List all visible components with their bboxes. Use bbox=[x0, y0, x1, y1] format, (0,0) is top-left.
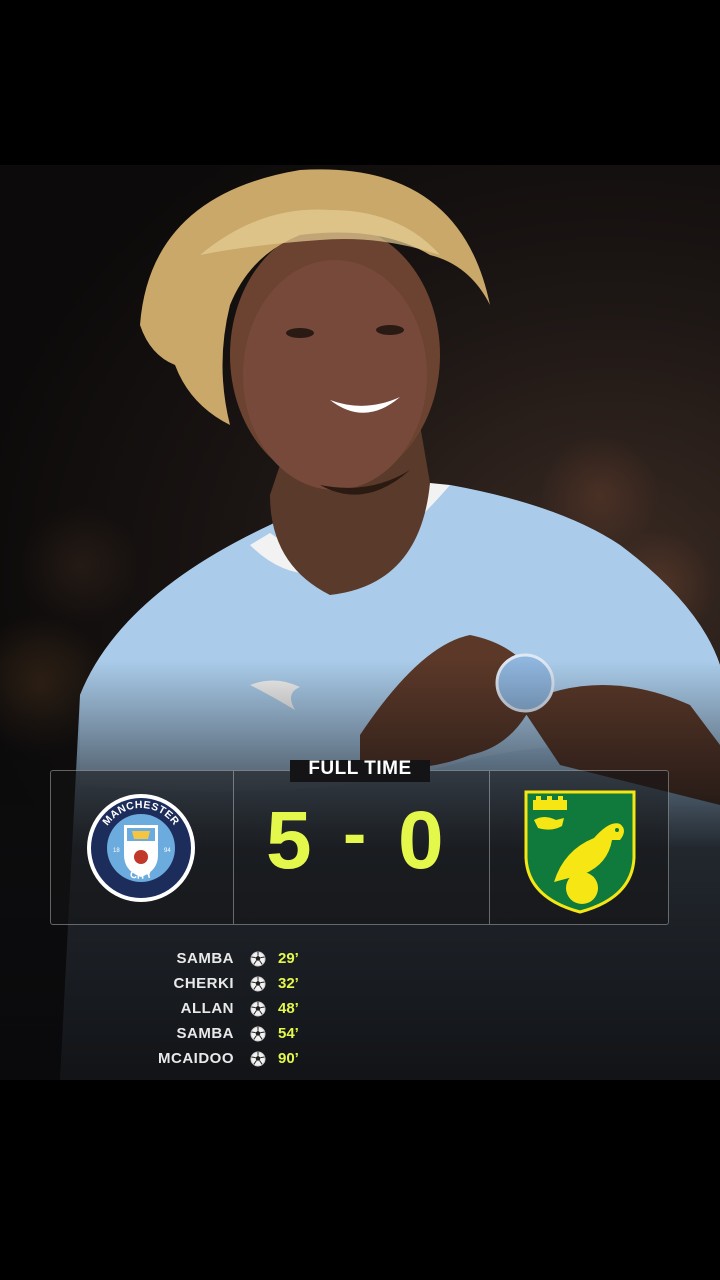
scoreboard-divider bbox=[489, 771, 490, 924]
home-team-crest: MANCHESTER CITY 18 94 bbox=[87, 794, 195, 902]
score-separator: - bbox=[343, 794, 367, 872]
home-score: 5 bbox=[266, 795, 312, 886]
scorer-row: SAMBA 29’ bbox=[100, 946, 360, 971]
football-icon bbox=[250, 1001, 266, 1016]
football-icon bbox=[250, 1026, 266, 1041]
away-score: 0 bbox=[398, 795, 444, 886]
football-icon bbox=[250, 976, 266, 991]
scorer-row: MCAIDOO 90’ bbox=[100, 1046, 360, 1071]
scorer-minute: 29’ bbox=[278, 950, 299, 967]
svg-text:18: 18 bbox=[113, 848, 120, 854]
football-icon bbox=[250, 1051, 266, 1066]
goal-scorers-list: SAMBA 29’ CHERKI 32’ ALLAN 48’ SAMBA 54’ MCAIDOO… bbox=[100, 946, 360, 1071]
away-team-crest bbox=[524, 790, 636, 914]
scorer-name: SAMBA bbox=[176, 950, 234, 967]
scorer-name: SAMBA bbox=[176, 1025, 234, 1042]
scorer-minute: 48’ bbox=[278, 1000, 299, 1017]
scorer-name: MCAIDOO bbox=[158, 1050, 234, 1067]
football-icon bbox=[250, 951, 266, 966]
scorer-row: ALLAN 48’ bbox=[100, 996, 360, 1021]
scorer-minute: 54’ bbox=[278, 1025, 299, 1042]
scorer-row: SAMBA 54’ bbox=[100, 1021, 360, 1046]
hero-photo bbox=[0, 165, 720, 1080]
scorer-name: ALLAN bbox=[180, 1000, 234, 1017]
scoreboard-divider bbox=[233, 771, 234, 924]
scorer-minute: 32’ bbox=[278, 975, 299, 992]
scorer-minute: 90’ bbox=[278, 1050, 299, 1067]
scorer-row: CHERKI 32’ bbox=[100, 971, 360, 996]
full-time-label: FULL TIME bbox=[308, 758, 412, 779]
scorer-name: CHERKI bbox=[173, 975, 234, 992]
svg-text:94: 94 bbox=[164, 848, 171, 854]
